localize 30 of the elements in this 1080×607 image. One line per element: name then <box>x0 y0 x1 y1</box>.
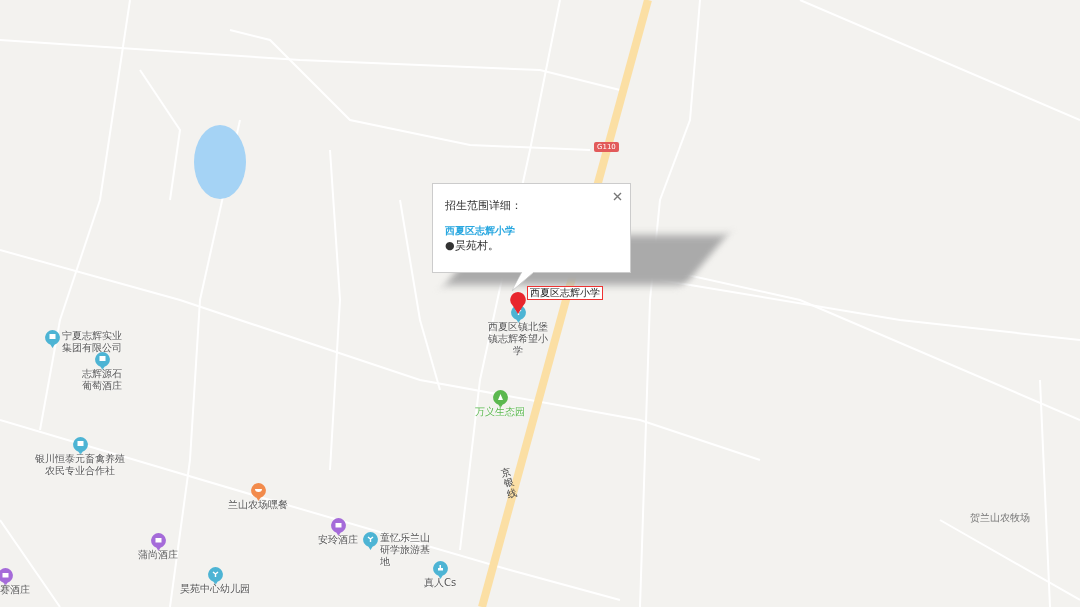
poi-label: 志辉源石葡萄酒庄 <box>81 368 123 392</box>
village-item: ●昊苑村。 <box>445 237 500 254</box>
popup-title: 招生范围详细： <box>445 198 523 214</box>
poi-label: 赛酒庄 <box>0 584 30 596</box>
place-label: 贺兰山农牧场 <box>970 511 1030 525</box>
map-pin-icon[interactable] <box>432 561 448 579</box>
map-pin-icon[interactable] <box>44 330 60 348</box>
poi-label: 银川恒泰元畜禽养殖农民专业合作社 <box>34 453 126 477</box>
map-pin-icon[interactable] <box>207 567 223 585</box>
school-name: 西夏区志辉小学 <box>445 223 516 238</box>
poi-label: 兰山农场嘿餐 <box>228 499 288 511</box>
map-pin-icon[interactable] <box>330 518 346 536</box>
poi-label: 童忆乐兰山研学旅游基地 <box>380 532 431 568</box>
map-pin-icon[interactable] <box>72 437 88 455</box>
poi-label: 西夏区镇北堡镇志辉希望小学 <box>487 321 549 357</box>
location-marker-icon[interactable] <box>510 292 526 314</box>
map-pin-icon[interactable] <box>0 568 13 586</box>
map-pin-icon[interactable] <box>492 390 508 408</box>
close-icon <box>613 192 622 201</box>
poi-label: 真人Cs <box>423 577 457 589</box>
poi-label: 昊苑中心幼儿园 <box>180 583 250 595</box>
map-pin-icon[interactable] <box>362 532 378 550</box>
map-pin-icon[interactable] <box>94 352 110 370</box>
poi-label: 安玲酒庄 <box>318 534 358 546</box>
poi-label: 宁夏志辉实业集团有限公司 <box>62 330 123 354</box>
map-pin-icon[interactable] <box>150 533 166 551</box>
poi-label: 万义生态园 <box>475 406 525 418</box>
map-pin-icon[interactable] <box>250 483 266 501</box>
road-label: 京银线 <box>499 465 519 500</box>
poi-label: 蒲尚酒庄 <box>138 549 178 561</box>
